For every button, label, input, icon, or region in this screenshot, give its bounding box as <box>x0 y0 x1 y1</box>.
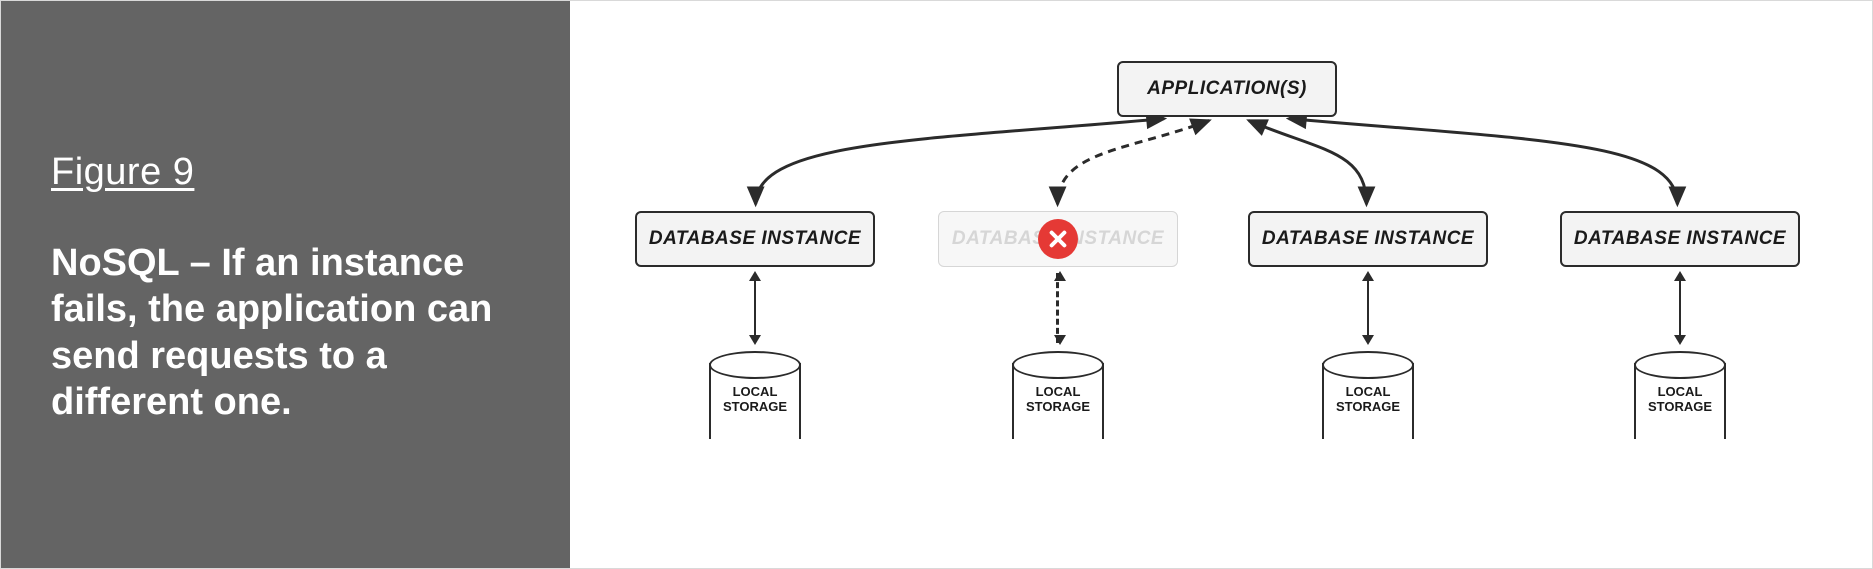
local-storage-node: LOCALSTORAGE <box>1634 351 1726 451</box>
storage-label: LOCALSTORAGE <box>1634 385 1726 415</box>
local-storage-node: LOCALSTORAGE <box>1012 351 1104 451</box>
database-instance-node-failed: DATABASE INSTANCE <box>938 211 1178 267</box>
database-instance-node: DATABASE INSTANCE <box>1248 211 1488 267</box>
figure-container: Figure 9 NoSQL – If an instance fails, t… <box>0 0 1873 569</box>
figure-caption-panel: Figure 9 NoSQL – If an instance fails, t… <box>1 1 570 568</box>
instance-storage-connector <box>1367 273 1369 343</box>
storage-label: LOCALSTORAGE <box>709 385 801 415</box>
instance-storage-connector <box>754 273 756 343</box>
local-storage-node: LOCALSTORAGE <box>709 351 801 451</box>
database-instance-node: DATABASE INSTANCE <box>1560 211 1800 267</box>
database-instance-node: DATABASE INSTANCE <box>635 211 875 267</box>
storage-label: LOCALSTORAGE <box>1012 385 1104 415</box>
figure-number: Figure 9 <box>51 151 510 194</box>
local-storage-node: LOCALSTORAGE <box>1322 351 1414 451</box>
application-node: APPLICATION(S) <box>1117 61 1337 117</box>
instance-storage-connector-failed <box>1056 273 1061 343</box>
error-icon <box>1038 219 1078 259</box>
figure-description: NoSQL – If an instance fails, the applic… <box>51 240 510 425</box>
diagram-canvas: APPLICATION(S) DATABASE INSTANCE DATABAS… <box>570 1 1872 568</box>
storage-label: LOCALSTORAGE <box>1322 385 1414 415</box>
instance-storage-connector <box>1679 273 1681 343</box>
